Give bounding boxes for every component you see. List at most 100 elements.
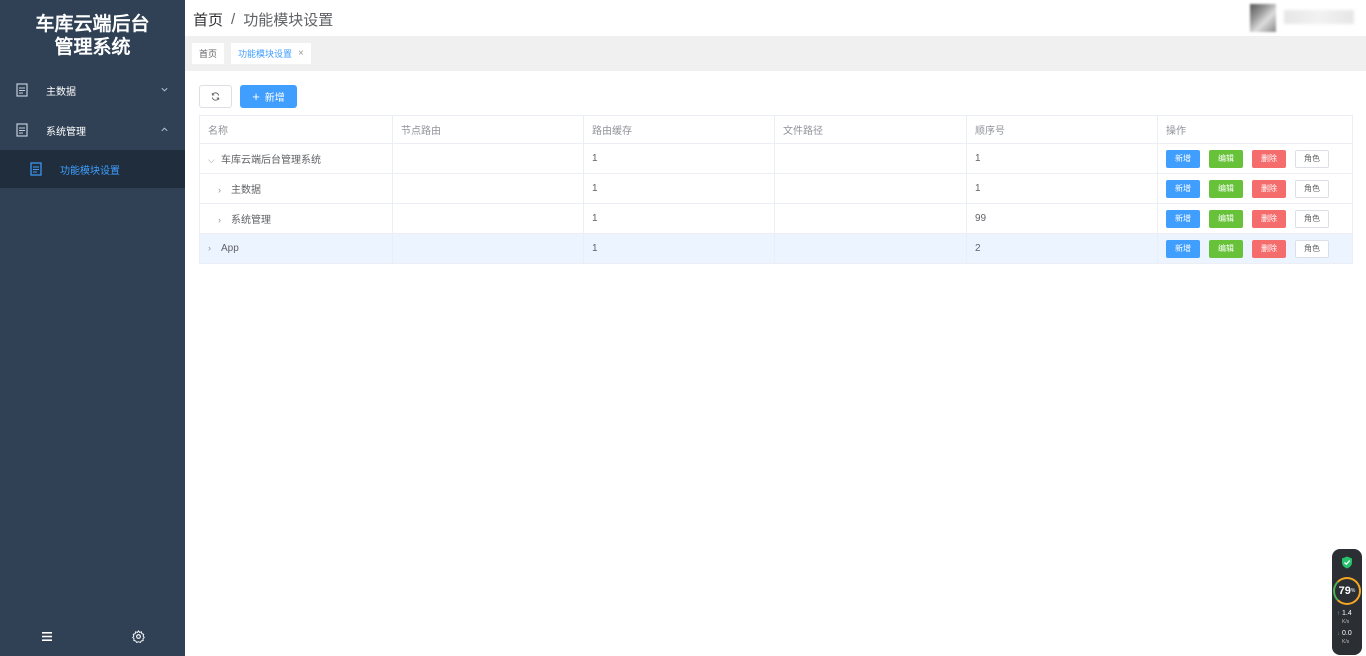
row-role-button[interactable]: 角色 xyxy=(1295,239,1329,258)
cell-cache: 1 xyxy=(583,143,775,174)
row-role-button[interactable]: 角色 xyxy=(1295,149,1329,168)
cell-name: › 系统管理 xyxy=(199,203,393,234)
table-row[interactable]: › App 1 2 新增 编辑 删除 角色 xyxy=(199,233,1353,264)
chevron-right-icon[interactable]: › xyxy=(208,243,216,253)
cell-actions: 新增 编辑 删除 角色 xyxy=(1157,203,1353,234)
row-delete-button[interactable]: 删除 xyxy=(1252,149,1286,168)
row-delete-button[interactable]: 删除 xyxy=(1252,179,1286,198)
sidebar: 车库云端后台 管理系统 主数据 系统管理 功能模块设置 xyxy=(0,0,185,656)
table-header-row: 名称 节点路由 路由缓存 文件路径 顺序号 操作 xyxy=(199,115,1353,144)
cell-path xyxy=(774,173,967,204)
plus-icon: + xyxy=(252,89,260,104)
row-edit-button[interactable]: 编辑 xyxy=(1209,239,1243,258)
menu-toggle-button[interactable] xyxy=(0,616,92,656)
add-button[interactable]: + 新增 xyxy=(240,85,297,108)
app-title-line1: 车库云端后台 xyxy=(35,13,150,35)
cell-actions: 新增 编辑 删除 角色 xyxy=(1157,173,1353,204)
row-name: 车库云端后台管理系统 xyxy=(221,155,321,166)
app-logo-title: 车库云端后台 管理系统 xyxy=(0,0,185,70)
refresh-button[interactable] xyxy=(199,85,232,108)
column-header-order: 顺序号 xyxy=(966,115,1158,144)
sidebar-item-master-data[interactable]: 主数据 xyxy=(0,70,185,110)
cell-name: › App xyxy=(199,233,393,264)
arrow-up-icon: ↑ xyxy=(1337,611,1340,617)
document-icon xyxy=(16,123,28,137)
sidebar-item-label: 主数据 xyxy=(46,86,76,98)
breadcrumb-home[interactable]: 首页 xyxy=(193,9,223,30)
chevron-down-icon xyxy=(161,87,168,92)
upload-speed: ↑ 1.4 K/s xyxy=(1337,610,1361,626)
avatar[interactable] xyxy=(1250,4,1276,32)
tags-view: 首页 功能模块设置 × xyxy=(185,36,1366,71)
document-icon xyxy=(16,83,28,97)
cell-route xyxy=(392,203,584,234)
score-gauge: 79% xyxy=(1333,577,1361,605)
download-value: 0.0 xyxy=(1342,630,1352,637)
table-row[interactable]: › 主数据 1 1 新增 编辑 删除 角色 xyxy=(199,173,1353,204)
tab-label: 首页 xyxy=(199,49,218,59)
breadcrumb-current: 功能模块设置 xyxy=(243,12,334,29)
cell-order: 2 xyxy=(966,233,1158,264)
cell-name: ⌵ 车库云端后台管理系统 xyxy=(199,143,393,174)
column-header-actions: 操作 xyxy=(1157,115,1353,144)
arrow-down-icon: ↓ xyxy=(1337,631,1340,637)
cell-actions: 新增 编辑 删除 角色 xyxy=(1157,143,1353,174)
app-title-line2: 管理系统 xyxy=(54,36,131,58)
tab-module-settings[interactable]: 功能模块设置 × xyxy=(231,43,311,64)
score-value: 79 xyxy=(1338,585,1351,597)
cell-order: 1 xyxy=(966,143,1158,174)
breadcrumb-separator: / xyxy=(231,11,236,28)
cell-route xyxy=(392,233,584,264)
column-header-name: 名称 xyxy=(199,115,393,144)
column-header-path: 文件路径 xyxy=(774,115,967,144)
user-name[interactable] xyxy=(1284,10,1354,24)
sidebar-item-module-settings[interactable]: 功能模块设置 xyxy=(0,150,185,188)
row-delete-button[interactable]: 删除 xyxy=(1252,209,1286,228)
column-header-route: 节点路由 xyxy=(392,115,584,144)
row-add-button[interactable]: 新增 xyxy=(1166,239,1200,258)
cell-cache: 1 xyxy=(583,203,775,234)
refresh-icon xyxy=(211,92,220,101)
row-add-button[interactable]: 新增 xyxy=(1166,209,1200,228)
menu-icon xyxy=(40,630,52,642)
main-content: + 新增 名称 节点路由 路由缓存 文件路径 顺序号 操作 ⌵ 车库云端后台管理系… xyxy=(185,71,1366,656)
row-edit-button[interactable]: 编辑 xyxy=(1209,179,1243,198)
close-icon[interactable]: × xyxy=(298,48,304,59)
top-header: 首页 / 功能模块设置 xyxy=(185,0,1366,36)
settings-button[interactable] xyxy=(92,616,184,656)
table-row[interactable]: › 系统管理 1 99 新增 编辑 删除 角色 xyxy=(199,203,1353,234)
cell-path xyxy=(774,233,967,264)
chevron-up-icon xyxy=(161,127,168,132)
cell-actions: 新增 编辑 删除 角色 xyxy=(1157,233,1353,264)
cell-name: › 主数据 xyxy=(199,173,393,204)
chevron-down-icon[interactable]: ⌵ xyxy=(208,155,216,166)
row-add-button[interactable]: 新增 xyxy=(1166,149,1200,168)
module-table: 名称 节点路由 路由缓存 文件路径 顺序号 操作 ⌵ 车库云端后台管理系统 1 1… xyxy=(199,115,1353,264)
cell-cache: 1 xyxy=(583,233,775,264)
download-unit: K/s xyxy=(1342,639,1350,645)
row-name: 主数据 xyxy=(231,185,261,196)
cell-route xyxy=(392,143,584,174)
system-monitor-widget[interactable]: 79% ↑ 1.4 K/s ↓ 0.0 K/s xyxy=(1332,549,1362,655)
chevron-right-icon[interactable]: › xyxy=(218,215,226,225)
tab-home[interactable]: 首页 xyxy=(192,43,225,64)
row-delete-button[interactable]: 删除 xyxy=(1252,239,1286,258)
row-edit-button[interactable]: 编辑 xyxy=(1209,209,1243,228)
sidebar-item-label: 系统管理 xyxy=(46,126,86,138)
gear-icon xyxy=(131,629,145,643)
row-name: 系统管理 xyxy=(231,215,271,226)
row-role-button[interactable]: 角色 xyxy=(1295,179,1329,198)
chevron-right-icon[interactable]: › xyxy=(218,185,226,195)
column-header-cache: 路由缓存 xyxy=(583,115,775,144)
cell-order: 99 xyxy=(966,203,1158,234)
sidebar-subitem-label: 功能模块设置 xyxy=(60,165,120,177)
row-add-button[interactable]: 新增 xyxy=(1166,179,1200,198)
row-role-button[interactable]: 角色 xyxy=(1295,209,1329,228)
cell-route xyxy=(392,173,584,204)
cell-path xyxy=(774,203,967,234)
breadcrumb: 首页 / 功能模块设置 xyxy=(193,9,333,30)
table-row[interactable]: ⌵ 车库云端后台管理系统 1 1 新增 编辑 删除 角色 xyxy=(199,143,1353,174)
add-button-label: 新增 xyxy=(264,93,285,104)
row-edit-button[interactable]: 编辑 xyxy=(1209,149,1243,168)
sidebar-item-system-management[interactable]: 系统管理 xyxy=(0,110,185,150)
